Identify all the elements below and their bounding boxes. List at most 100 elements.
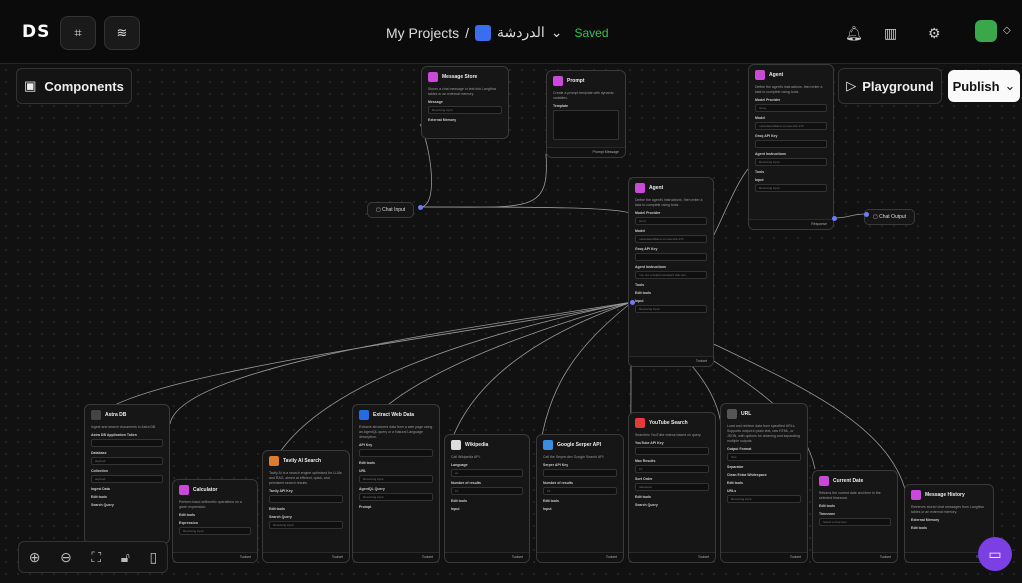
node-calculator[interactable]: Calculator Perform basic arithmetic oper…	[172, 479, 258, 563]
api-key-input[interactable]	[543, 469, 617, 477]
breadcrumb-root[interactable]: My Projects	[386, 25, 459, 41]
api-key-input[interactable]	[269, 495, 343, 503]
model-select[interactable]: meta-llama/llama-4-maverick-17b	[755, 122, 827, 130]
results-input[interactable]: 10	[543, 487, 617, 495]
node-output[interactable]: Toolset	[445, 552, 529, 562]
token-input[interactable]	[91, 439, 163, 447]
sort-order-select[interactable]: relevance	[635, 483, 709, 491]
node-output[interactable]: Response	[749, 219, 833, 229]
model-select[interactable]: meta-llama/llama-4-maverick-17b	[635, 235, 707, 243]
edit-tools-link[interactable]: Edit tools	[173, 510, 257, 518]
handle[interactable]	[832, 216, 837, 221]
search-query-input[interactable]: Receiving input	[269, 521, 343, 529]
node-output[interactable]: Prompt Message	[547, 147, 625, 157]
provider-select[interactable]: Groq	[755, 104, 827, 112]
docs-book-icon[interactable]: ▥	[884, 25, 897, 42]
edit-tools-link[interactable]: Edit tools	[445, 496, 529, 504]
api-key-input[interactable]	[755, 140, 827, 148]
top-bar: DS ⌗ ≋ My Projects / الدردشة ⌄ Saved 🔔︎ …	[0, 0, 1022, 64]
node-chat-output[interactable]: ▢ Chat Output	[864, 209, 916, 225]
database-select[interactable]: skyfood	[91, 457, 163, 465]
results-input[interactable]: 10	[451, 487, 523, 495]
api-key-input[interactable]	[635, 447, 709, 455]
notification-bell-icon[interactable]: 🔔︎	[845, 25, 863, 42]
node-agent-top[interactable]: Agent Define the agent's instructions, t…	[748, 64, 834, 230]
node-astra-db[interactable]: Astra DB Ingest and search documents in …	[84, 404, 170, 544]
node-current-date[interactable]: Current Date Returns the current date an…	[812, 470, 898, 563]
handle[interactable]	[864, 212, 869, 217]
flow-settings-icon[interactable]: ≋	[104, 16, 140, 50]
format-select[interactable]: Text	[727, 453, 801, 461]
google-icon	[543, 440, 553, 450]
note-icon[interactable]: ▯	[149, 549, 157, 566]
handle[interactable]	[418, 205, 423, 210]
edit-tools-link[interactable]: Edit tools	[721, 478, 807, 486]
input-field[interactable]: Receiving input	[755, 184, 827, 192]
collection-select[interactable]: skyfood	[91, 475, 163, 483]
urls-input[interactable]: Receiving input	[727, 495, 801, 503]
handle[interactable]	[630, 300, 635, 305]
chevron-down-icon[interactable]: ⌄	[551, 24, 563, 41]
node-youtube[interactable]: YouTube Search Searches YouTube videos b…	[628, 412, 716, 563]
fit-view-icon[interactable]: ⛶	[91, 549, 101, 566]
project-name[interactable]: الدردشة	[497, 24, 545, 41]
node-prompt[interactable]: Prompt Create a prompt template with dyn…	[546, 70, 626, 158]
node-output[interactable]: Toolset	[721, 552, 807, 562]
chat-bubble-icon[interactable]: ▭	[978, 537, 1012, 571]
components-button[interactable]: ▣ Components	[16, 68, 132, 104]
edit-tools-link[interactable]: Edit tools	[85, 492, 169, 500]
edit-tools-link[interactable]: Edit tools	[537, 496, 623, 504]
node-output[interactable]: Toolset	[629, 356, 713, 366]
node-agent-mid[interactable]: Agent Define the agent's instructions, t…	[628, 177, 714, 367]
node-output[interactable]: Toolset	[813, 552, 897, 562]
zoom-in-icon[interactable]: ⊕	[29, 549, 41, 566]
api-key-input[interactable]	[359, 449, 433, 457]
node-output[interactable]: Toolset	[173, 552, 257, 562]
node-url[interactable]: URL Load and retrieve data from specifie…	[720, 403, 808, 563]
flow-canvas[interactable]: ▣ Components ▷ Playground Publish ⌄ Mess…	[0, 64, 1022, 583]
expression-input[interactable]: Receiving input	[179, 527, 251, 535]
edit-tools-link[interactable]: Edit tools	[263, 504, 349, 512]
whitespace-toggle[interactable]: Clean Extra Whitespace	[721, 470, 807, 478]
node-google-serper[interactable]: Google Serper API Call the Serper.dev Go…	[536, 434, 624, 563]
node-output[interactable]: Toolset	[629, 552, 715, 562]
app-logo[interactable]: DS	[22, 22, 50, 42]
api-key-input[interactable]	[635, 253, 707, 261]
publish-button[interactable]: Publish ⌄	[948, 70, 1020, 102]
field-label: Prompt	[359, 505, 372, 509]
message-input[interactable]: Receiving input	[428, 106, 502, 114]
template-textarea[interactable]	[553, 110, 619, 140]
edit-tools-link[interactable]: Edit tools	[905, 523, 993, 531]
query-input[interactable]: Receiving input	[359, 493, 433, 501]
node-output[interactable]: Toolset	[353, 552, 439, 562]
lock-icon[interactable]: 🔓︎	[121, 549, 130, 566]
edit-tools-link[interactable]: Edit tools	[629, 288, 713, 296]
flow-tree-icon[interactable]: ⌗	[60, 16, 96, 50]
edit-tools-link[interactable]: Edit tools	[353, 458, 439, 466]
instructions-input[interactable]: You are a helpful assistant that can...	[635, 271, 707, 279]
node-chat-input[interactable]: ▢ Chat Input	[367, 202, 415, 218]
avatar-chevron-icon[interactable]: ◇	[1003, 25, 1011, 36]
edit-tools-link[interactable]: Edit tools	[813, 501, 897, 509]
extract-icon	[359, 410, 369, 420]
field-label: Tools	[635, 283, 645, 287]
input-field[interactable]: Receiving input	[635, 305, 707, 313]
user-avatar[interactable]	[975, 20, 997, 42]
edit-tools-link[interactable]: Edit tools	[629, 492, 715, 500]
timezone-select[interactable]: Select a timezone	[819, 518, 891, 526]
url-input[interactable]: Receiving input	[359, 475, 433, 483]
node-message-store[interactable]: Message Store Stores a chat message or t…	[421, 66, 509, 139]
provider-select[interactable]: Groq	[635, 217, 707, 225]
node-output[interactable]: Toolset	[537, 552, 623, 562]
node-tavily[interactable]: Tavily AI Search Tavily AI is a search e…	[262, 450, 350, 563]
max-results-input[interactable]: 10	[635, 465, 709, 473]
instructions-input[interactable]: Receiving input	[755, 158, 827, 166]
language-input[interactable]: en	[451, 469, 523, 477]
settings-gear-icon[interactable]: ⚙	[928, 25, 941, 42]
zoom-out-icon[interactable]: ⊖	[60, 549, 72, 566]
node-output[interactable]: Toolset	[263, 552, 349, 562]
playground-button[interactable]: ▷ Playground	[838, 68, 942, 104]
node-wikipedia[interactable]: Wikipedia Call Wikipedia API. Language e…	[444, 434, 530, 563]
history-icon	[911, 490, 921, 500]
node-extract-web-data[interactable]: Extract Web Data Extracts structured dat…	[352, 404, 440, 563]
